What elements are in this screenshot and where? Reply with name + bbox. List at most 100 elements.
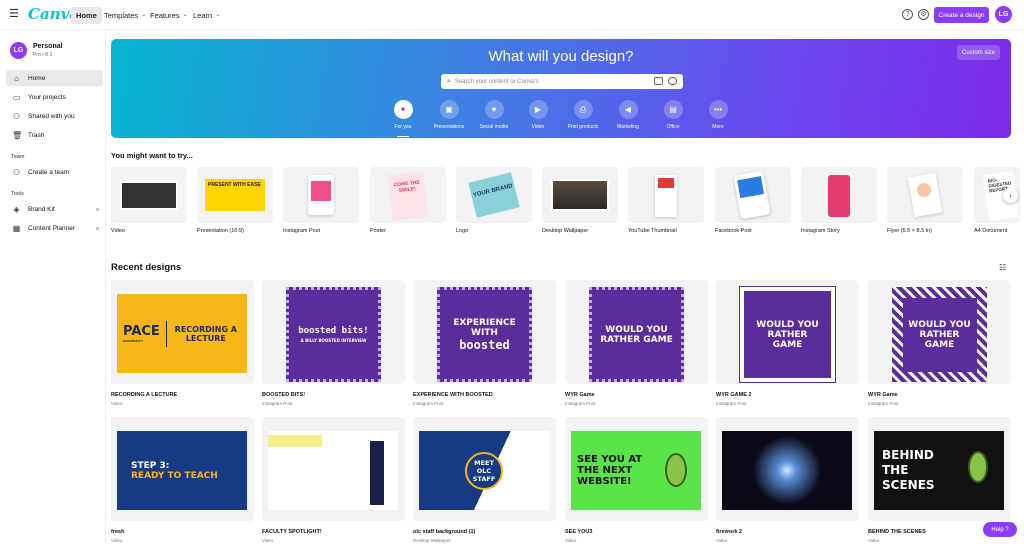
help-button[interactable]: Help ? (983, 522, 1017, 537)
nav-home[interactable]: Home (71, 7, 102, 24)
design-title[interactable]: WYR Game (868, 392, 898, 398)
category-social-media[interactable]: ♥ Social media (470, 100, 518, 130)
try-card-facebook-post[interactable] (715, 167, 791, 223)
design-title[interactable]: BOOSTED BITS! (262, 392, 305, 398)
category-label: More (712, 124, 724, 130)
recent-designs-title: Recent designs (111, 262, 182, 273)
try-label-logo: Logo (456, 228, 469, 234)
design-title[interactable]: firework 2 (716, 529, 742, 535)
pro-badge-icon (96, 227, 99, 230)
category-office[interactable]: ▤ Office (649, 100, 697, 130)
avatar[interactable]: LG (995, 6, 1012, 23)
design-card[interactable]: WOULD YOU RATHER GAME (565, 280, 708, 384)
design-card[interactable]: SEE YOU AT THE NEXT WEBSITE! (565, 417, 708, 521)
nav-templates[interactable]: Templates ⌄ (99, 7, 151, 24)
design-title[interactable]: BEHIND THE SCENES (868, 529, 926, 535)
try-card-desktop-wallpaper[interactable] (542, 167, 618, 223)
category-presentations[interactable]: ▣ Presentations (425, 100, 473, 130)
thumb-text: RECORDING A LECTURE (174, 324, 237, 343)
design-card[interactable]: WOULD YOU RATHER GAME (716, 280, 859, 384)
video-camera-icon: ▶ (528, 100, 548, 119)
wallpaper-thumbnail (551, 179, 609, 211)
try-card-presentation[interactable]: PRESENT WITH EASE (197, 167, 273, 223)
design-title[interactable]: olc staff background (1) (413, 529, 475, 535)
design-thumbnail: PACE UNIVERSITY RECORDING A LECTURE (117, 294, 247, 373)
account-switcher[interactable]: LG Personal Pro • 8 1 (10, 42, 63, 59)
design-card[interactable]: PACE UNIVERSITY RECORDING A LECTURE (111, 280, 254, 384)
account-avatar: LG (10, 42, 27, 59)
design-title[interactable]: SEE YOU3 (565, 529, 592, 535)
chevron-right-icon: › (1009, 191, 1012, 200)
folder-icon: ▭ (12, 92, 21, 102)
design-thumbnail: WOULD YOU RATHER GAME (739, 286, 836, 383)
camera-icon[interactable] (654, 77, 663, 85)
design-card[interactable]: boosted bits! A BILLY BOOSTED INTERVIEW (262, 280, 405, 384)
chevron-down-icon: ⌄ (215, 12, 221, 18)
sidebar-item-content-planner[interactable]: ▦ Content Planner (6, 220, 103, 236)
design-card[interactable]: WOULD YOU RATHER GAME (868, 280, 1011, 384)
active-underline (397, 136, 409, 137)
sidebar-item-trash[interactable]: 🗑 Trash (6, 127, 103, 143)
tape-graphic (268, 435, 322, 447)
design-title[interactable]: WYR GAME 2 (716, 392, 751, 398)
try-card-instagram-post[interactable] (283, 167, 359, 223)
pro-badge-icon (96, 208, 99, 211)
design-type: Instagram Post (565, 401, 596, 406)
avocado-icon (968, 451, 988, 483)
try-card-youtube-thumbnail[interactable] (628, 167, 704, 223)
design-type: Instagram Post (413, 401, 444, 406)
design-title[interactable]: EXPERIENCE WITH BOOSTED (413, 392, 493, 398)
design-thumbnail: EXPERIENCE WITH boosted (437, 287, 532, 382)
sidebar-item-label: Content Planner (28, 224, 75, 232)
pace-logo: PACE UNIVERSITY (123, 324, 160, 343)
search-input[interactable]: ⌕ Search your content or Canva's (441, 74, 683, 89)
category-for-you[interactable]: ✦ For you (379, 100, 427, 137)
try-card-poster[interactable]: COME THE SMILE! (370, 167, 446, 223)
design-title[interactable]: fresh (111, 529, 124, 535)
sidebar-item-create-team[interactable]: ⚇ Create a team (6, 164, 103, 180)
category-video[interactable]: ▶ Video (514, 100, 562, 130)
create-design-button[interactable]: Create a design (934, 7, 989, 23)
try-label-youtube-thumbnail: YouTube Thumbnail (628, 228, 677, 234)
design-type: Video (262, 538, 274, 543)
sidebar-item-shared[interactable]: ⚇ Shared with you (6, 108, 103, 124)
gear-icon[interactable]: ⚙ (918, 9, 929, 20)
category-label: For you (394, 124, 412, 130)
try-card-video[interactable] (111, 167, 187, 223)
design-title[interactable]: RECORDING A LECTURE (111, 392, 177, 398)
sidebar-item-projects[interactable]: ▭ Your projects (6, 89, 103, 105)
design-title[interactable]: WYR Game (565, 392, 595, 398)
carousel-next-button[interactable]: › (1003, 188, 1018, 203)
design-title[interactable]: FACULTY SPOTLIGHT! (262, 529, 322, 535)
design-thumbnail (268, 431, 398, 510)
custom-size-button[interactable]: Custom size (957, 45, 1000, 60)
design-card[interactable]: BEHIND THE SCENES (868, 417, 1011, 521)
help-circle-icon[interactable]: ? (902, 9, 913, 20)
search-icon: ⌕ (447, 77, 451, 85)
sidebar-item-home[interactable]: ⌂ Home (6, 70, 103, 86)
design-card[interactable] (716, 417, 859, 521)
try-card-logo[interactable]: YOUR BRAND (456, 167, 532, 223)
design-card[interactable]: EXPERIENCE WITH boosted (413, 280, 556, 384)
hero-banner: What will you design? Custom size ⌕ Sear… (111, 39, 1011, 138)
hamburger-menu-icon[interactable]: ☰ (9, 8, 21, 20)
design-type: Video (716, 538, 728, 543)
try-card-flyer[interactable] (887, 167, 963, 223)
trash-icon: 🗑 (12, 130, 23, 140)
design-card[interactable] (262, 417, 405, 521)
design-type: Video (111, 401, 123, 406)
home-icon: ⌂ (14, 73, 19, 83)
nav-learn[interactable]: Learn ⌄ (188, 7, 225, 24)
design-card[interactable]: MEET OLC STAFF (413, 417, 556, 521)
category-more[interactable]: ••• More (694, 100, 742, 130)
try-card-instagram-story[interactable] (801, 167, 877, 223)
design-card[interactable]: STEP 3: READY TO TEACH (111, 417, 254, 521)
nav-features[interactable]: Features ⌄ (145, 7, 193, 24)
category-print-products[interactable]: ⎙ Print products (559, 100, 607, 130)
list-view-icon[interactable]: ☷ (999, 263, 1006, 272)
facebook-image (737, 176, 764, 199)
sidebar-item-brand-kit[interactable]: ◈ Brand Kit (6, 201, 103, 217)
category-marketing[interactable]: ◀ Marketing (604, 100, 652, 130)
design-thumbnail: MEET OLC STAFF (419, 431, 549, 510)
upload-cloud-icon[interactable] (668, 77, 677, 85)
